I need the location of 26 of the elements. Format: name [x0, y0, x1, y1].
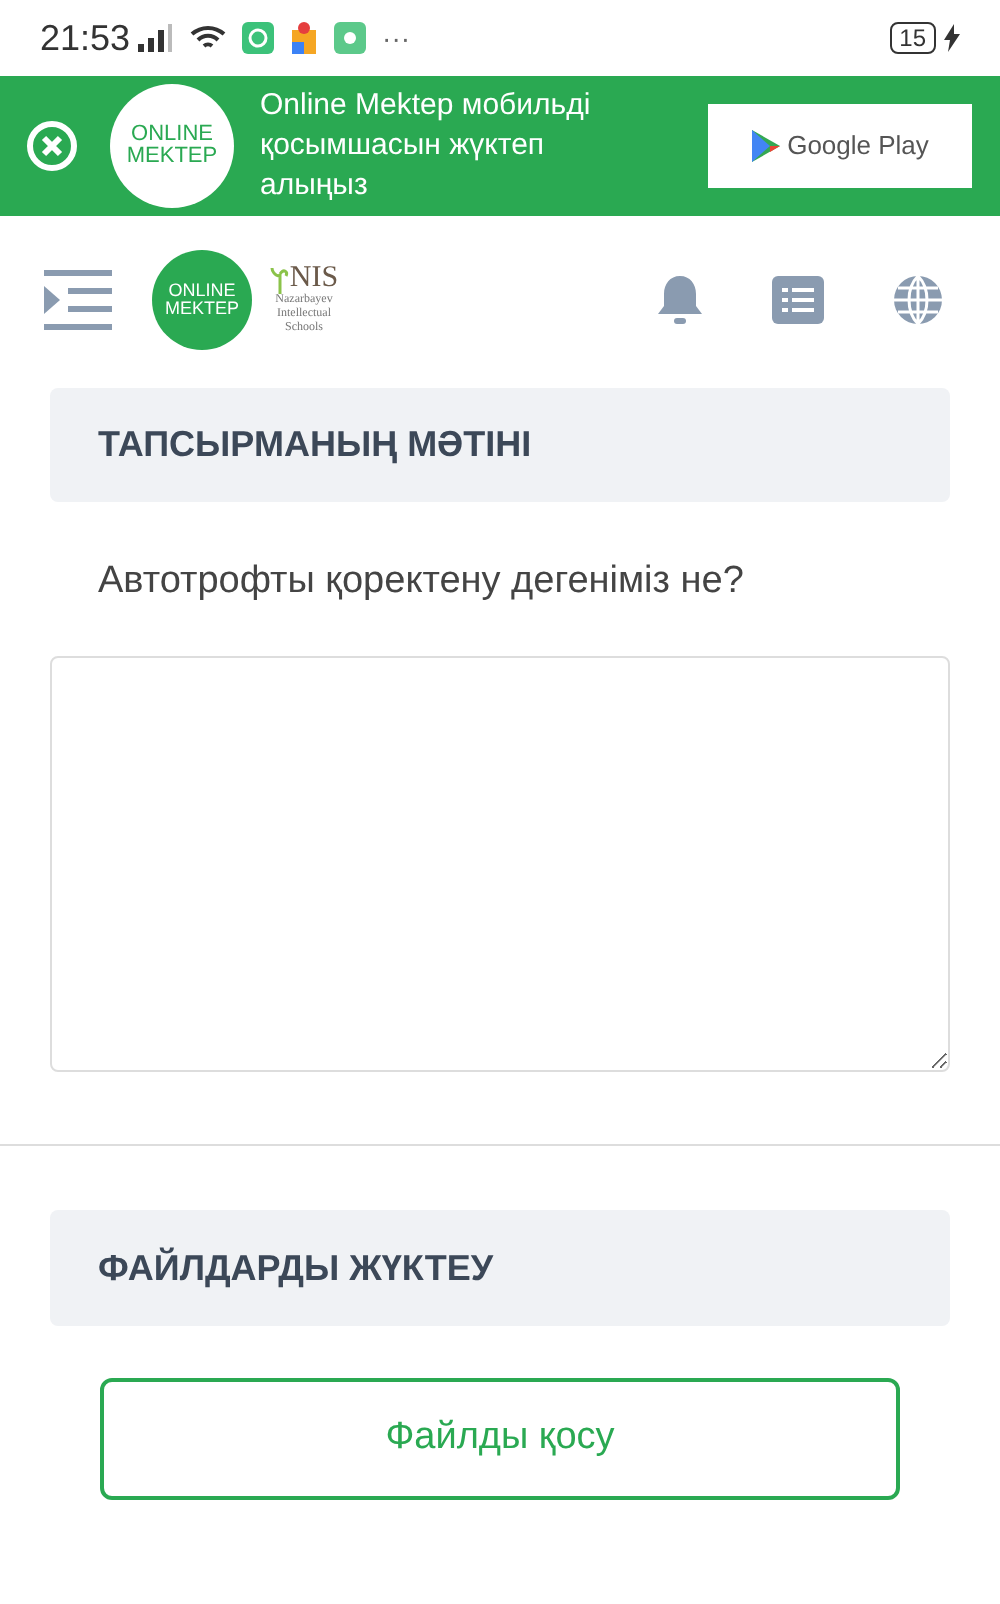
sprout-icon [269, 266, 290, 294]
puzzle-icon [290, 22, 319, 54]
google-play-button[interactable]: Google Play [708, 104, 972, 188]
question-text: Автотрофты қоректену дегеніміз не? [98, 557, 744, 606]
battery-level: 15 [889, 22, 936, 54]
globe-icon[interactable] [892, 274, 944, 326]
banner-message: Online Mektep мобильді қосымшасын жүктеп алыңыз [260, 86, 593, 206]
app-icon [334, 22, 367, 54]
play-icon [751, 130, 780, 162]
logo-text: ONLINE [168, 282, 236, 300]
app-icon [242, 22, 275, 54]
clock: 21:53 [40, 15, 131, 61]
logo-text: ONLINE [131, 124, 213, 146]
logo-text: MEKTEP [164, 300, 239, 318]
menu-icon[interactable] [44, 270, 112, 330]
logo-text: MEKTEP [126, 146, 218, 168]
signal-icon [138, 24, 175, 52]
close-icon[interactable] [26, 120, 78, 172]
charging-icon [944, 24, 960, 52]
section-title: ФАЙЛДАРДЫ ЖҮКТЕУ [98, 1245, 494, 1292]
more-notifications: ··· [382, 19, 411, 57]
nis-logo-text: NIS [289, 264, 339, 294]
wifi-icon [190, 24, 227, 52]
section-title: ТАПСЫРМАНЫҢ МӘТІНІ [98, 422, 532, 468]
list-icon[interactable] [772, 276, 824, 324]
bell-icon[interactable] [656, 272, 704, 328]
